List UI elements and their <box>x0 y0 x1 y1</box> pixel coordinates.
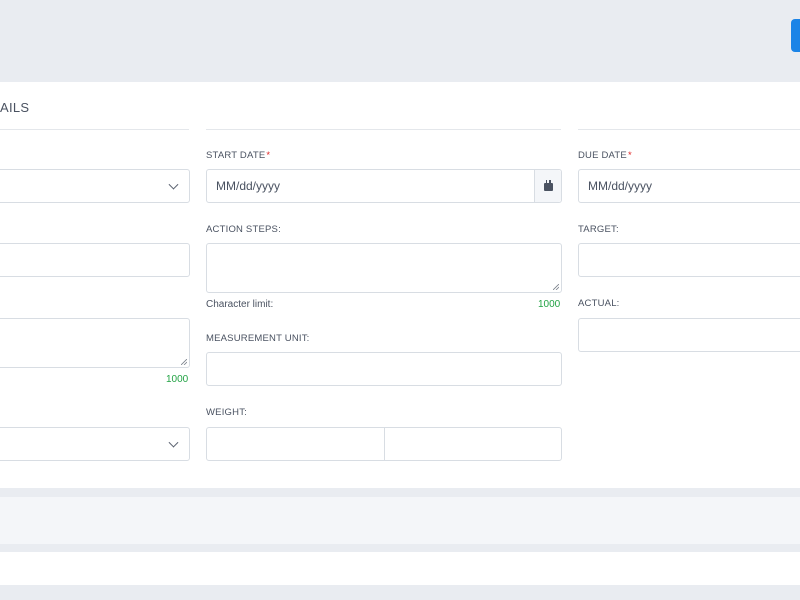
actual-label: ACTUAL: <box>578 298 620 309</box>
section-title: AILS <box>0 100 30 115</box>
next-section-panel <box>0 552 800 585</box>
action-steps-textarea[interactable] <box>206 243 562 293</box>
calendar-icon <box>543 180 553 191</box>
start-date-picker-button[interactable] <box>534 170 561 202</box>
measurement-unit-field[interactable] <box>206 352 562 386</box>
primary-action-button[interactable] <box>791 19 800 52</box>
left-select-1[interactable] <box>0 169 190 203</box>
action-steps-char-limit-label: Character limit: <box>206 299 274 310</box>
measurement-unit-label: MEASUREMENT UNIT: <box>206 333 310 344</box>
target-label: TARGET: <box>578 224 619 235</box>
resize-grip-icon[interactable] <box>181 359 187 365</box>
measurement-unit-input[interactable] <box>207 353 561 385</box>
due-date-label: DUE DATE* <box>578 150 632 161</box>
chevron-down-icon <box>168 437 179 448</box>
due-date-input[interactable] <box>579 170 800 202</box>
divider-left <box>0 129 189 130</box>
weight-input-left[interactable] <box>207 428 384 460</box>
start-date-input[interactable] <box>207 170 535 202</box>
divider-middle <box>206 129 561 130</box>
action-steps-char-counter: 1000 <box>538 299 561 310</box>
top-bar <box>0 0 800 82</box>
left-textarea[interactable] <box>0 318 190 368</box>
resize-grip-icon[interactable] <box>553 284 559 290</box>
action-steps-label: ACTION STEPS: <box>206 224 281 235</box>
weight-field <box>206 427 562 461</box>
chevron-down-icon <box>168 179 179 190</box>
left-input[interactable] <box>0 243 190 277</box>
actual-field[interactable] <box>578 318 800 352</box>
start-date-field[interactable] <box>206 169 562 203</box>
target-field[interactable] <box>578 243 800 277</box>
weight-input-right[interactable] <box>385 428 561 460</box>
due-date-field[interactable] <box>578 169 800 203</box>
weight-label: WEIGHT: <box>206 407 247 418</box>
left-select-2[interactable] <box>0 427 190 461</box>
start-date-label: START DATE* <box>206 150 271 161</box>
left-char-counter: 1000 <box>166 374 189 385</box>
divider-right <box>578 129 800 130</box>
target-input[interactable] <box>579 244 800 276</box>
actual-input[interactable] <box>579 319 800 351</box>
left-text-input[interactable] <box>0 244 189 276</box>
footer-panel <box>0 497 800 544</box>
